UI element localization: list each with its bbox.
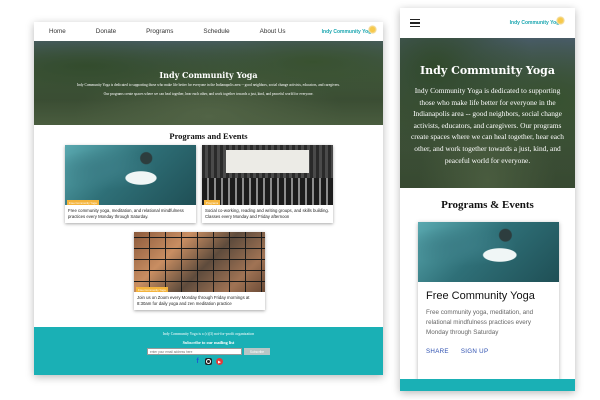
nav-programs-link[interactable]: Programs: [146, 28, 173, 35]
program-card-yoga[interactable]: Free Community Yoga Free community yoga,…: [418, 222, 559, 382]
card-actions: SHARE SIGN UP: [418, 338, 559, 355]
yoga-photo: [418, 222, 559, 282]
card-tag: Free Community Yoga: [67, 200, 99, 205]
org-statement: Indy Community Yoga is a (c)(3) not-for-…: [162, 332, 255, 336]
yoga-photo: Free Community Yoga: [65, 145, 196, 205]
brand-logo[interactable]: Indy Community Yoga: [509, 16, 565, 26]
typewriter-photo: Programs: [202, 145, 333, 205]
social-links: f ▶: [34, 358, 383, 365]
subscribe-button[interactable]: Subscribe: [244, 348, 270, 355]
hero-title: Indy Community Yoga: [420, 64, 555, 77]
share-button[interactable]: SHARE: [426, 348, 449, 355]
card-description: Free community yoga, meditation, and rel…: [426, 309, 534, 336]
youtube-icon[interactable]: ▶: [216, 358, 223, 365]
card-description: Join us on Zoom every Monday through Fri…: [137, 295, 250, 306]
nav-about-link[interactable]: About Us: [260, 28, 286, 35]
card-description: Social co-working, reading and writing g…: [205, 208, 329, 219]
programs-title: Programs and Events: [169, 131, 248, 141]
hero-text: Indy Community Yoga is dedicated to supp…: [411, 86, 564, 165]
program-card-coworking[interactable]: Programs Social co-working, reading and …: [202, 145, 333, 223]
hero-text-line-2: Our programs create spaces where we can …: [103, 91, 314, 96]
hero-banner: Indy Community Yoga Indy Community Yoga …: [34, 41, 383, 125]
nav-donate-link[interactable]: Donate: [96, 28, 116, 35]
nav-schedule-link[interactable]: Schedule: [203, 28, 229, 35]
program-card-yoga[interactable]: Free Community Yoga Free community yoga,…: [65, 145, 196, 223]
email-input[interactable]: [147, 348, 242, 355]
nav-home-link[interactable]: Home: [49, 28, 66, 35]
desktop-mockup: Home Donate Programs Schedule About Us I…: [34, 22, 383, 375]
site-footer: Indy Community Yoga is a (c)(3) not-for-…: [34, 327, 383, 375]
brand-logo[interactable]: Indy Community Yoga: [321, 24, 377, 35]
instagram-icon[interactable]: [205, 358, 212, 365]
hero-text-line-1: Indy Community Yoga is dedicated to supp…: [77, 83, 340, 87]
program-card-zoom[interactable]: Free Community Yoga Join us on Zoom ever…: [134, 232, 265, 310]
mobile-nav: Indy Community Yoga: [400, 8, 575, 38]
card-title: Free Community Yoga: [426, 290, 535, 302]
card-tag: Programs: [204, 200, 221, 205]
mobile-hero-banner: Indy Community Yoga Indy Community Yoga …: [400, 38, 575, 188]
programs-title: Programs & Events: [441, 199, 534, 211]
hero-title: Indy Community Yoga: [159, 70, 258, 80]
subscribe-form: Subscribe: [34, 348, 383, 355]
card-description: Free community yoga, meditation, and rel…: [68, 208, 184, 219]
desktop-nav: Home Donate Programs Schedule About Us I…: [34, 22, 383, 41]
sign-up-button[interactable]: SIGN UP: [461, 348, 489, 355]
zoom-gallery-photo: Free Community Yoga: [134, 232, 265, 292]
sun-icon: [368, 24, 377, 34]
mobile-footer: [400, 379, 575, 391]
brand-name: Indy Community Yoga: [321, 28, 374, 35]
subscribe-title: Subscribe to our mailing list: [182, 340, 235, 345]
brand-name: Indy Community Yoga: [509, 20, 562, 26]
facebook-icon[interactable]: f: [194, 358, 201, 365]
menu-icon[interactable]: [410, 19, 420, 27]
mobile-mockup: Indy Community Yoga Indy Community Yoga …: [400, 8, 575, 391]
card-tag: Free Community Yoga: [136, 287, 168, 292]
sun-icon: [556, 16, 565, 25]
